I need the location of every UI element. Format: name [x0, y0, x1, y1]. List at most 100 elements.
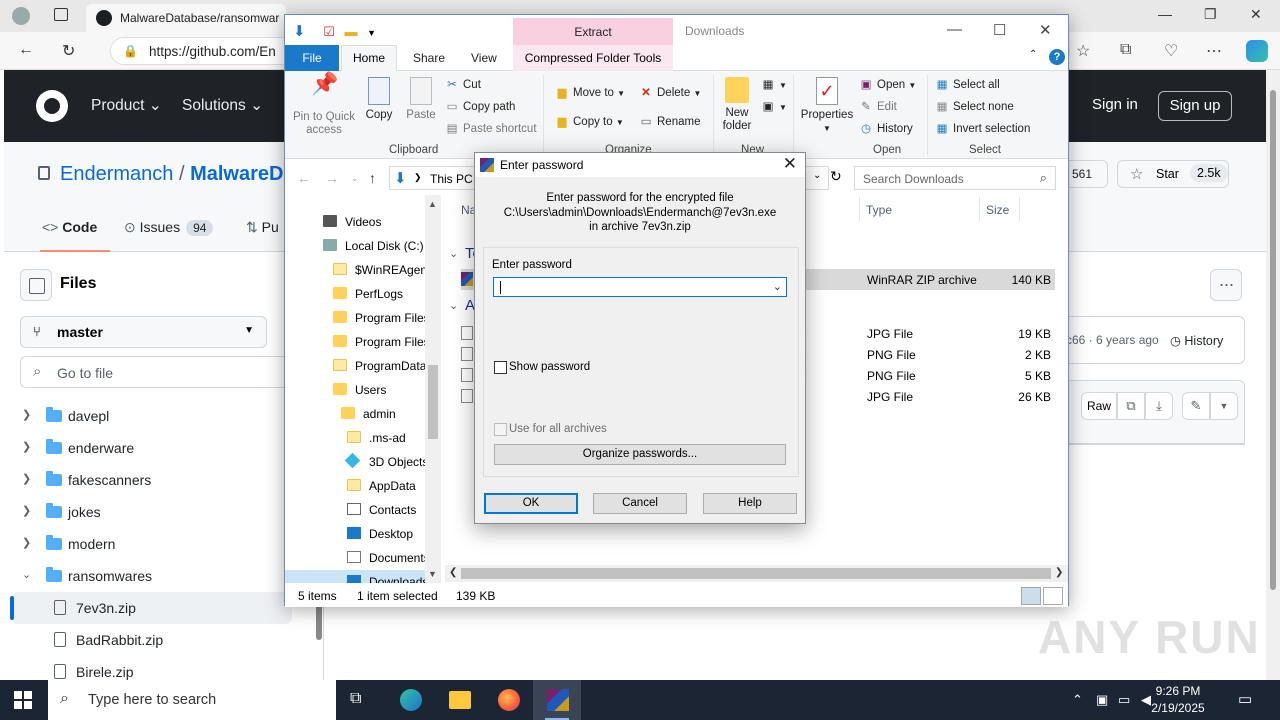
- maximize-icon[interactable]: ☐: [993, 21, 1006, 39]
- cut-button[interactable]: ✂ Cut: [445, 77, 481, 91]
- select-all-button[interactable]: ▦ Select all: [935, 77, 1000, 91]
- more-options-icon[interactable]: ···: [1210, 269, 1242, 301]
- restore-icon[interactable]: ❐: [1204, 6, 1217, 23]
- nav-item[interactable]: Program Files: [285, 330, 425, 354]
- scroll-down-icon[interactable]: ▼: [428, 569, 437, 579]
- extract-context-tab[interactable]: Extract: [513, 18, 673, 46]
- select-none-button[interactable]: ▦ Select none: [935, 99, 1014, 113]
- nav-item[interactable]: Downloads: [285, 570, 425, 583]
- address-dropdown-icon[interactable]: ⌄: [813, 170, 821, 181]
- move-to-button[interactable]: ▆ Move to ▼: [555, 85, 625, 99]
- more-menu-icon[interactable]: ⋯: [1206, 41, 1222, 61]
- performance-icon[interactable]: ♡: [1164, 41, 1178, 61]
- chevron-down-icon[interactable]: ⌄: [773, 280, 782, 293]
- customize-dropdown-icon[interactable]: ▼: [367, 28, 376, 38]
- nav-solutions[interactable]: Solutions ⌄: [182, 96, 263, 115]
- details-view-icon[interactable]: [1021, 587, 1041, 605]
- browser-tab[interactable]: MalwareDatabase/ransomware: [86, 4, 286, 32]
- tab-actions-icon[interactable]: [54, 8, 68, 21]
- chevron-right-icon[interactable]: ❯: [22, 408, 31, 421]
- copy-path-button[interactable]: ▭ Copy path: [445, 99, 516, 113]
- winrar-taskbar-button[interactable]: [533, 680, 581, 720]
- close-icon[interactable]: ✕: [783, 154, 797, 174]
- task-view-button[interactable]: ⧉: [336, 680, 384, 720]
- scroll-right-icon[interactable]: ❯: [1055, 567, 1063, 578]
- nav-item[interactable]: AppData: [285, 474, 425, 498]
- close-icon[interactable]: ✕: [1039, 21, 1052, 39]
- help-button[interactable]: Help: [703, 493, 797, 514]
- branch-selector[interactable]: ⑂ master ▼: [20, 316, 267, 348]
- collapse-sidebar-icon[interactable]: [20, 269, 52, 301]
- organize-passwords-button[interactable]: Organize passwords...: [494, 444, 786, 465]
- nav-pane-scrollbar[interactable]: ▲ ▼: [425, 195, 441, 583]
- recent-dropdown-icon[interactable]: ⌄: [351, 173, 359, 184]
- sign-up-button[interactable]: Sign up: [1158, 91, 1232, 121]
- paste-button[interactable]: Paste: [401, 77, 441, 122]
- windows-start-icon[interactable]: [14, 691, 32, 709]
- tab-home[interactable]: Home: [341, 45, 397, 72]
- tree-file-selected[interactable]: 7ev3n.zip: [10, 592, 292, 624]
- tree-file[interactable]: Birele.zip: [4, 656, 304, 680]
- chevron-right-icon[interactable]: ❯: [22, 536, 31, 549]
- new-item-button[interactable]: ▦ ▼: [761, 77, 787, 91]
- column-type[interactable]: Type: [866, 203, 892, 217]
- collections-icon[interactable]: ⧉: [1120, 41, 1131, 59]
- nav-item[interactable]: Users: [285, 378, 425, 402]
- caret-down-icon[interactable]: ▼: [1210, 392, 1238, 420]
- refresh-icon[interactable]: ↻: [62, 41, 75, 61]
- copy-to-button[interactable]: ▆ Copy to ▼: [555, 114, 624, 128]
- collapse-ribbon-icon[interactable]: ⌃: [1029, 49, 1037, 60]
- tree-folder[interactable]: ❯ fakescanners: [4, 464, 304, 496]
- edge-taskbar-button[interactable]: [386, 680, 434, 720]
- back-arrow-icon[interactable]: ←: [297, 170, 311, 186]
- file-explorer-taskbar-button[interactable]: [435, 680, 483, 720]
- copy-button[interactable]: Copy: [359, 77, 399, 122]
- star-button[interactable]: ☆ Star 2.5k: [1117, 160, 1229, 188]
- nav-item[interactable]: Desktop: [285, 522, 425, 546]
- taskbar-search-input[interactable]: ⌕ Type here to search: [48, 680, 336, 720]
- tab-share[interactable]: Share: [413, 51, 445, 65]
- password-input[interactable]: ⌄: [493, 277, 787, 297]
- taskbar-clock[interactable]: 9:26 PM 2/19/2025: [1140, 683, 1216, 717]
- tab-pull-requests[interactable]: ⇅ Pu: [246, 219, 279, 236]
- chevron-down-icon[interactable]: ⌄: [22, 568, 31, 581]
- nav-item[interactable]: ProgramData: [285, 354, 425, 378]
- page-scrollbar[interactable]: [1266, 70, 1280, 680]
- help-icon[interactable]: ?: [1049, 49, 1065, 65]
- nav-item[interactable]: 3D Objects: [285, 450, 425, 474]
- nav-item[interactable]: .ms-ad: [285, 426, 425, 450]
- chevron-right-icon[interactable]: ❯: [22, 440, 31, 453]
- nav-item[interactable]: Program Files: [285, 306, 425, 330]
- history-button[interactable]: ◷ History: [1170, 333, 1223, 348]
- ok-button[interactable]: OK: [484, 493, 578, 514]
- scroll-left-icon[interactable]: ❮: [449, 567, 457, 578]
- repo-name-link[interactable]: MalwareDa: [190, 163, 295, 185]
- show-password-label[interactable]: Show password: [509, 361, 590, 373]
- notifications-icon[interactable]: ▭: [1238, 690, 1252, 708]
- copilot-icon[interactable]: [1246, 40, 1268, 62]
- chevron-down-icon[interactable]: ⌄: [449, 247, 458, 260]
- tab-view[interactable]: View: [471, 51, 497, 65]
- delete-button[interactable]: ✕ Delete ▼: [639, 85, 701, 99]
- download-icon[interactable]: ⤓: [1145, 392, 1173, 420]
- explorer-search-input[interactable]: Search Downloads ⌕: [854, 166, 1056, 190]
- breadcrumb-this-pc[interactable]: This PC: [430, 172, 473, 186]
- lock-icon[interactable]: 🔒: [123, 44, 138, 58]
- invert-selection-button[interactable]: ▦ Invert selection: [935, 121, 1031, 135]
- show-password-checkbox[interactable]: [494, 361, 507, 374]
- scroll-thumb[interactable]: [1270, 90, 1276, 590]
- paste-shortcut-button[interactable]: ▤ Paste shortcut: [445, 121, 537, 135]
- close-icon[interactable]: ✕: [1250, 6, 1262, 23]
- scroll-thumb[interactable]: [461, 568, 1051, 579]
- nav-item[interactable]: Documents: [285, 546, 425, 570]
- edit-button[interactable]: ✎ Edit: [859, 99, 897, 113]
- tab-issues[interactable]: ⊙ Issues 94: [124, 219, 214, 236]
- tab-compressed-folder-tools[interactable]: Compressed Folder Tools: [513, 45, 673, 71]
- tree-folder[interactable]: ❯ davepl: [4, 400, 304, 432]
- large-icons-view-icon[interactable]: [1043, 587, 1063, 605]
- tray-chevron-up-icon[interactable]: ⌃: [1072, 692, 1083, 708]
- cancel-button[interactable]: Cancel: [593, 493, 687, 514]
- nav-item[interactable]: Contacts: [285, 498, 425, 522]
- firefox-taskbar-button[interactable]: [484, 680, 532, 720]
- easy-access-button[interactable]: ▣ ▼: [761, 99, 787, 113]
